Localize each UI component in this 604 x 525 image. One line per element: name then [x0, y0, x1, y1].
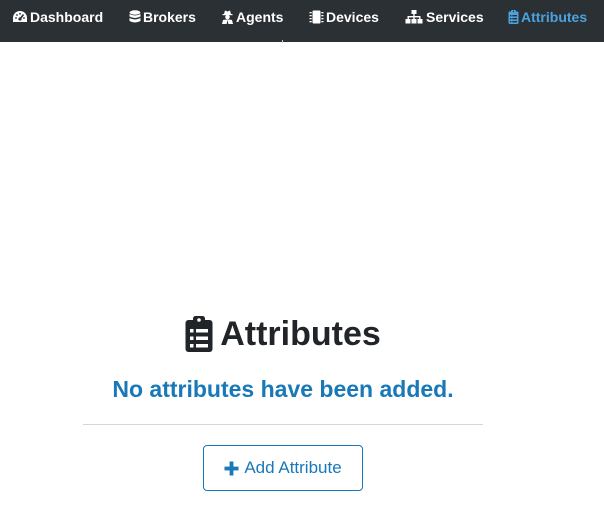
top-navbar: Dashboard Brokers Agents Devices Service… [0, 0, 604, 42]
nav-item-agents[interactable]: Agents [221, 9, 283, 25]
nav-label: Attributes [521, 9, 588, 25]
nav-item-brokers[interactable]: Brokers [129, 9, 196, 25]
nav-label: Dashboard [30, 9, 104, 25]
nav-label: Brokers [143, 9, 196, 25]
section-divider [83, 424, 483, 425]
nav-item-services[interactable]: Services [405, 9, 484, 25]
nav-item-devices[interactable]: Devices [309, 9, 379, 25]
page-title-text: Attributes [220, 315, 381, 353]
empty-state-message: No attributes have been added. [112, 376, 454, 402]
nav-item-attributes[interactable]: Attributes [507, 9, 587, 25]
database-icon [129, 10, 141, 24]
nav-label: Devices [326, 9, 379, 25]
user-secret-icon [221, 10, 234, 24]
page-header: Attributes [0, 312, 566, 357]
microchip-icon [309, 10, 324, 24]
clipboard-list-icon [185, 316, 213, 352]
tachometer-icon [12, 10, 28, 24]
nav-label: Agents [236, 9, 284, 25]
add-attribute-button[interactable]: Add Attribute [203, 445, 363, 491]
nav-label: Services [426, 9, 484, 25]
nav-item-dashboard[interactable]: Dashboard [12, 9, 103, 25]
sitemap-icon [405, 10, 423, 24]
page-title: Attributes [185, 312, 381, 356]
plus-icon [224, 461, 239, 476]
clipboard-list-icon [507, 10, 519, 24]
nav-divider-mark [282, 40, 283, 43]
add-attribute-label: Add Attribute [244, 458, 342, 477]
